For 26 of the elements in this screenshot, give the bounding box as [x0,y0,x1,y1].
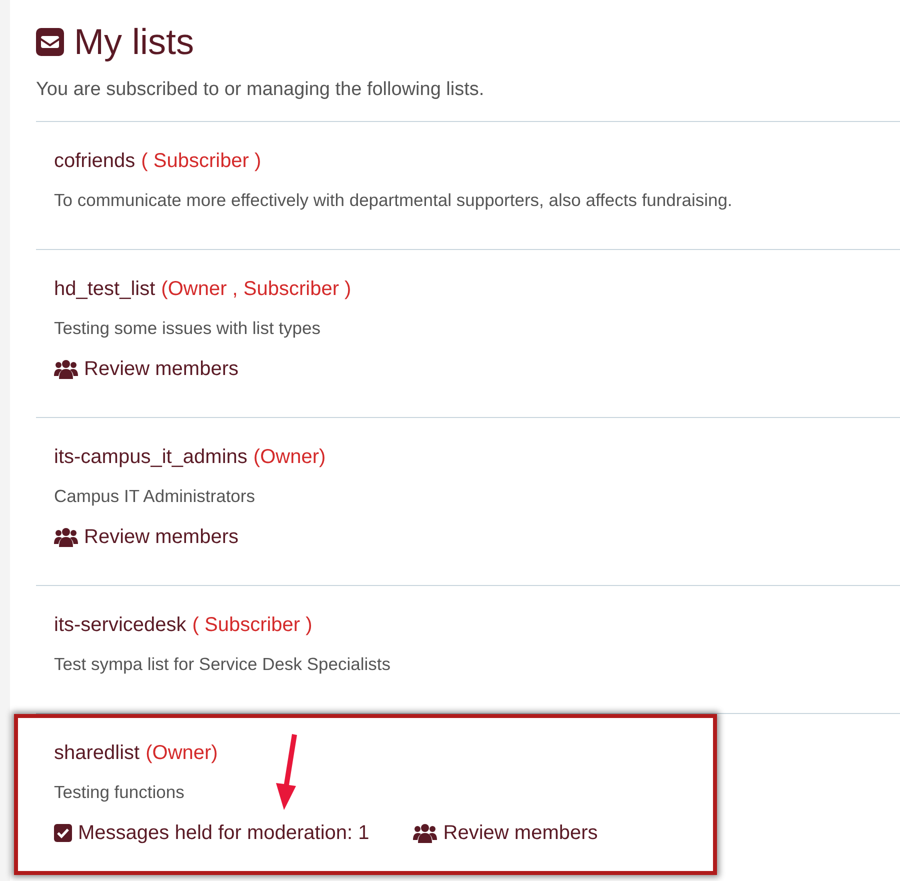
role-label: (Owner , Subscriber ) [161,276,352,302]
role-label: ( Subscriber ) [141,148,262,174]
review-members-link[interactable]: Review members [413,818,598,848]
people-icon [54,526,78,546]
list-name-link[interactable]: hd_test_list [54,274,156,304]
review-members-link[interactable]: Review members [54,354,238,384]
list-name-link[interactable]: its-servicedesk [54,610,186,640]
intro-text: You are subscribed to or managing the following lists. [36,78,486,102]
role-label: (Owner) [253,444,326,470]
list-description: Test sympa list for Service Desk Specialists [54,653,392,676]
list-name-link[interactable]: cofriends [54,146,136,176]
list-description: To communicate more effectively with departmental supporters, also affects fundraising. [54,189,734,212]
envelope-icon [36,28,64,56]
list-name-link[interactable]: sharedlist [54,738,140,768]
list-description: Campus IT Administrators [54,485,256,508]
list-description: Testing functions [54,781,186,804]
people-icon [413,822,438,842]
moderation-link[interactable]: Messages held for moderation: 1 [54,818,370,848]
list-description: Testing some issues with list types [54,317,322,340]
list-name-link[interactable]: its-campus_it_admins [54,442,248,472]
role-label: (Owner) [146,740,218,766]
review-members-link[interactable]: Review members [54,522,238,552]
people-icon [54,358,78,378]
page-title: My lists [74,22,194,62]
role-label: ( Subscriber ) [192,612,312,638]
checkbox-icon [54,824,72,842]
